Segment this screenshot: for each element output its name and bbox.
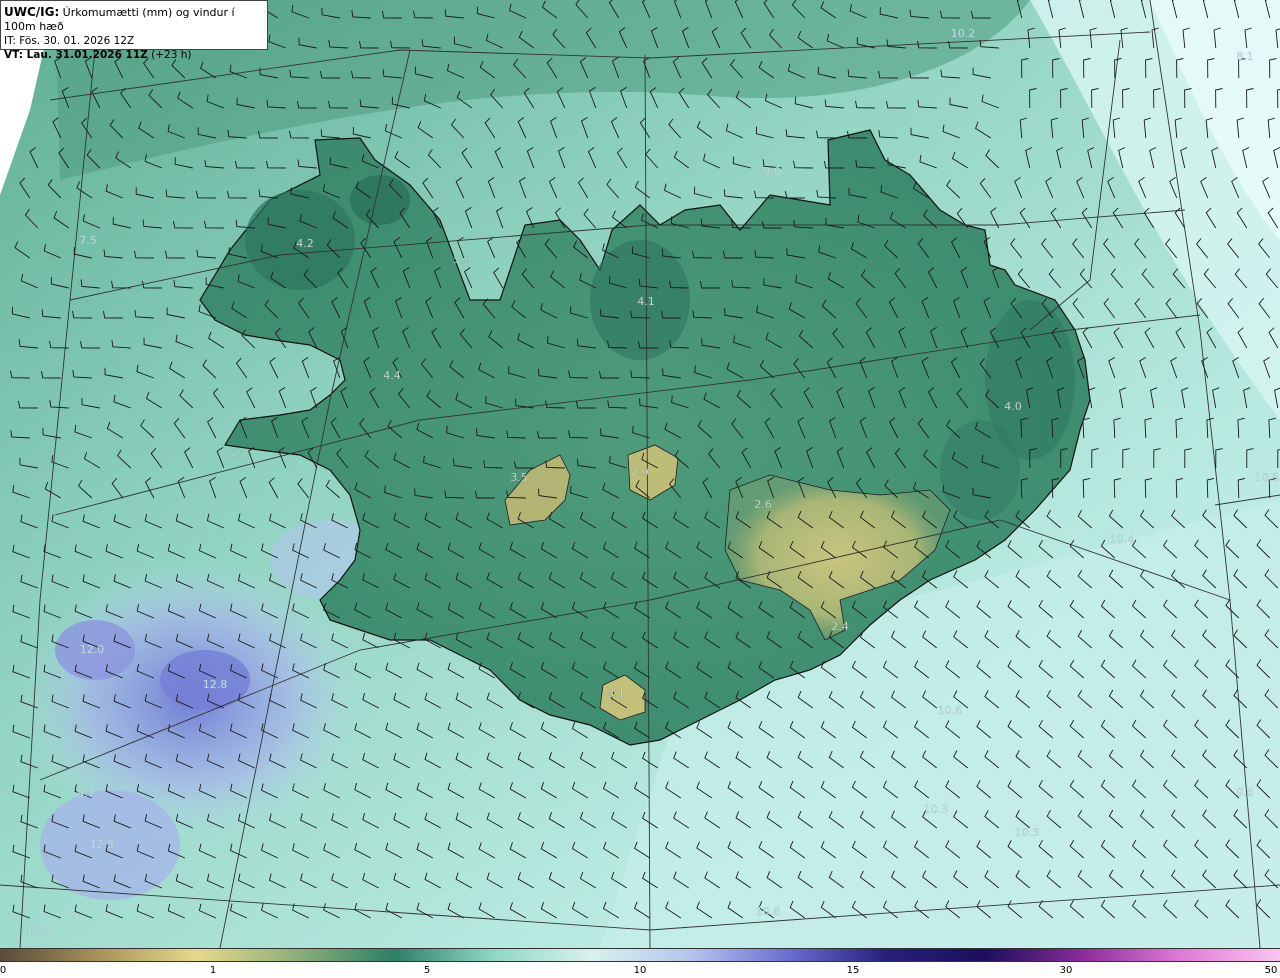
map-value-label: 10.3 — [924, 803, 949, 816]
colorbar-tick-label: 1 — [209, 965, 217, 976]
map-value-label: 10.4 — [1110, 533, 1135, 546]
map-value-label: 2.6 — [754, 498, 772, 511]
map-value-label: 7.5 — [79, 234, 97, 247]
map-value-label: 8.1 — [1236, 50, 1254, 63]
map-value-label: 4.2 — [229, 448, 247, 461]
east-highland — [940, 420, 1020, 520]
map-value-label: 3.1 — [607, 687, 625, 700]
map-value-label: 10.3 — [1015, 826, 1040, 839]
valid-time-line: VT: Lau. 31.01.2026 11Z (+23 h) — [4, 48, 263, 62]
map-value-label: 9.0 — [763, 165, 781, 178]
map-value-label: 12.5 — [90, 838, 115, 851]
forecast-map: 10.2 9.0 7.5 4.2 5.0 4.1 4.4 4.0 4.2 3.5 2.9 2.6 10.… — [0, 0, 1280, 978]
colorbar-tick-label: 0 — [0, 965, 7, 976]
colorbar-tick-label: 50 — [1264, 965, 1278, 976]
initial-time: IT: Fös. 30. 01. 2026 12Z — [4, 35, 135, 47]
map-value-label: 4.4 — [383, 369, 401, 382]
map-value-label: 4.2 — [296, 237, 314, 250]
valid-offset: (+23 h) — [151, 49, 192, 61]
colorbar-tick-label: 10 — [633, 965, 647, 976]
colorbar-tick-label: 15 — [846, 965, 860, 976]
map-value-label: 10.6 — [938, 704, 963, 717]
map-value-label: 12.4 — [26, 925, 51, 938]
title-line: UWC/IG: Úrkomumætti (mm) og vindur í 100… — [4, 5, 263, 34]
colorbar-gradient — [0, 948, 1280, 962]
map-value-label: 3.5 — [510, 471, 528, 484]
colorbar-tick-label: 30 — [1059, 965, 1073, 976]
map-value-label: 12.8 — [203, 678, 228, 691]
valid-time: VT: Lau. 31.01.2026 11Z — [4, 49, 148, 61]
map-canvas: 10.2 9.0 7.5 4.2 5.0 4.1 4.4 4.0 4.2 3.5 2.9 2.6 10.… — [0, 0, 1280, 948]
map-value-label: 10.8 — [756, 905, 781, 918]
colorbar: 0 1 5 10 15 30 50 — [0, 948, 1280, 978]
map-value-label: 2.9 — [631, 466, 649, 479]
map-value-label: 2.4 — [831, 620, 849, 633]
map-value-label: 12.0 — [80, 643, 105, 656]
map-value-label: 5.0 — [453, 253, 471, 266]
map-value-label: 9.6 — [1236, 786, 1254, 799]
map-value-label: 10.2 — [951, 27, 976, 40]
colorbar-tick-label: 5 — [423, 965, 431, 976]
model-code: UWC/IG: — [4, 5, 60, 19]
map-value-label: 4.0 — [1004, 400, 1022, 413]
map-value-label: 10.5 — [1255, 471, 1280, 484]
map-value-label: 4.1 — [637, 295, 655, 308]
header-box: UWC/IG: Úrkomumætti (mm) og vindur í 100… — [0, 0, 268, 61]
map-value-label: 9.7 — [77, 787, 95, 800]
